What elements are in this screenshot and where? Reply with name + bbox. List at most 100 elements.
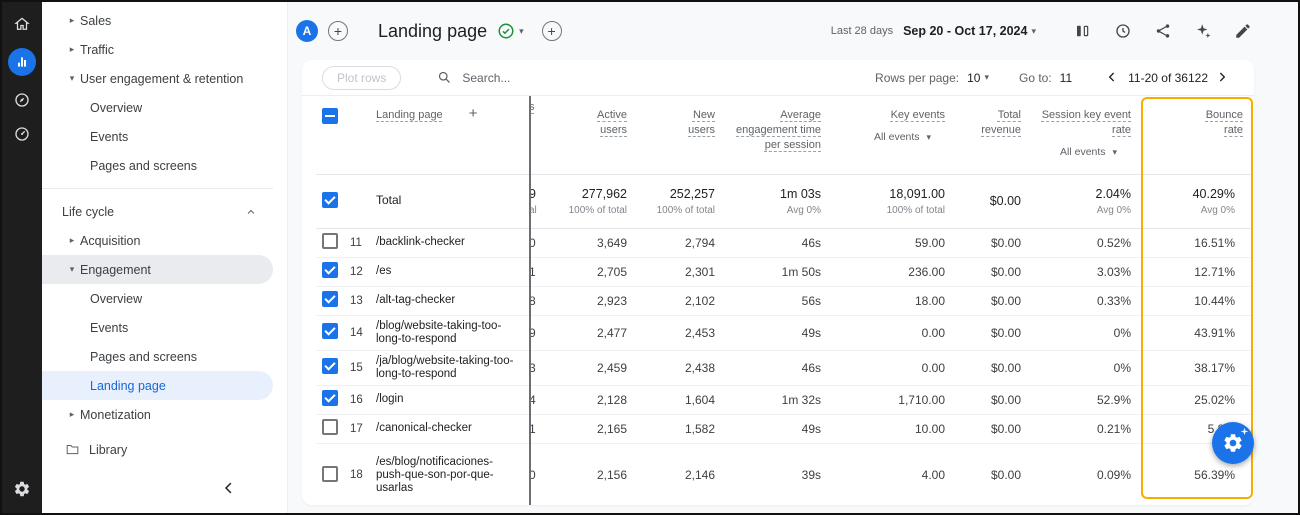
row-checkbox[interactable] [322,192,338,208]
sidebar-item-overview[interactable]: Overview [42,93,273,122]
date-range-picker[interactable]: Sep 20 - Oct 17, 2024 [903,24,1027,38]
row-checkbox[interactable] [322,466,338,482]
row-checkbox[interactable] [322,323,338,339]
column-avg-engagement[interactable]: Average engagement time per session [736,109,821,151]
row-index: 14 [350,315,376,350]
sidebar-item-label: Engagement [80,263,151,277]
next-page-button[interactable] [1214,69,1232,87]
table-row[interactable]: 13 /alt-tag-checker 8 2,923 2,102 56s 18… [316,286,1253,315]
chevron-down-icon[interactable]: ▾ [1031,26,1036,37]
sidebar-item-events[interactable]: Events [42,122,273,151]
column-new-users[interactable]: New users [667,108,715,138]
sidebar-item-engagement-events[interactable]: Events [42,313,273,342]
share-icon[interactable] [1154,22,1172,40]
reports-icon[interactable] [8,48,36,76]
sidebar-item-sales[interactable]: ▸ Sales [42,6,273,35]
session-rate-filter[interactable]: All events ▾ [1031,145,1131,160]
table-row[interactable]: 11 /backlink-checker 0 3,649 2,794 46s 5… [316,228,1253,257]
table-row[interactable]: 17 /canonical-checker 1 2,165 1,582 49s … [316,414,1253,443]
sidebar-collapse-button[interactable] [220,479,242,501]
chevron-down-icon[interactable]: ▾ [984,72,989,83]
add-column-button[interactable]: + [469,108,478,120]
sidebar-item-landing-page[interactable]: Landing page [42,371,273,400]
avg-engagement-total: 1m 03sAvg 0% [725,174,831,228]
landing-page-value: /blog/website-taking-too-long-to-respond [376,315,523,350]
add-report-tab-button[interactable]: + [542,21,562,41]
admin-gear-icon[interactable] [12,479,32,499]
home-icon[interactable] [12,14,32,34]
row-checkbox[interactable] [322,419,338,435]
key-events-value: 0.00 [831,350,955,385]
sidebar-item-label: Events [90,321,128,335]
column-session-key-event-rate[interactable]: Session key event rate [1042,109,1131,136]
sidebar-section-life-cycle[interactable]: Life cycle [42,197,273,226]
chevron-down-icon[interactable]: ▾ [519,26,524,37]
sessions-value-clipped: 9 [523,315,545,350]
bounce-rate-total: 40.29%Avg 0% [1141,174,1253,228]
sidebar-item-engagement-overview[interactable]: Overview [42,284,273,313]
table-total-row[interactable]: Total 9al 277,962100% of total 252,25710… [316,174,1253,228]
row-index: 17 [350,414,376,443]
column-key-events[interactable]: Key events [891,109,945,121]
column-total-revenue[interactable]: Total revenue [961,108,1021,138]
landing-page-value: /ja/blog/website-taking-too-long-to-resp… [376,350,523,385]
session-key-event-rate-value: 0.09% [1031,443,1141,505]
insights-icon[interactable] [1194,22,1212,40]
sidebar-item-engagement[interactable]: ▾ Engagement [42,255,273,284]
sidebar-item-label: User engagement & retention [80,72,243,86]
sidebar-item-library[interactable]: Library [42,435,273,464]
landing-page-value: /alt-tag-checker [376,286,523,315]
key-events-total: 18,091.00100% of total [831,174,955,228]
history-icon[interactable] [1114,22,1132,40]
total-revenue-total: $0.00 [955,174,1031,228]
table-row[interactable]: 14 /blog/website-taking-too-long-to-resp… [316,315,1253,350]
row-checkbox[interactable] [322,233,338,249]
bounce-rate-value: 10.44% [1141,286,1253,315]
table-row[interactable]: 16 /login 4 2,128 1,604 1m 32s 1,710.00 … [316,385,1253,414]
avatar[interactable]: A [296,20,318,42]
column-resize-divider[interactable] [529,96,531,505]
advertising-icon[interactable] [12,124,32,144]
chevron-up-icon[interactable] [245,206,257,218]
column-active-users[interactable]: Active users [579,108,627,138]
session-key-event-rate-value: 52.9% [1031,385,1141,414]
rows-per-page-select[interactable]: 10 [967,71,980,85]
goto-input[interactable]: 11 [1060,71,1072,85]
total-revenue-value: $0.00 [955,385,1031,414]
select-all-checkbox[interactable] [322,108,338,124]
total-revenue-value: $0.00 [955,257,1031,286]
key-events-filter[interactable]: All events ▾ [831,130,945,145]
sessions-value-clipped: 4 [523,385,545,414]
sidebar-item-traffic[interactable]: ▸ Traffic [42,35,273,64]
sidebar-item-acquisition[interactable]: ▸ Acquisition [42,226,273,255]
previous-page-button[interactable] [1104,69,1122,87]
row-checkbox[interactable] [322,291,338,307]
table-row[interactable]: 18 /es/blog/notificaciones-push-que-son-… [316,443,1253,505]
report-sidebar: ▸ Sales ▸ Traffic ▾ User engagement & re… [42,2,288,513]
add-comparison-button[interactable]: + [328,21,348,41]
sidebar-item-engagement-pages-and-screens[interactable]: Pages and screens [42,342,273,371]
new-users-value: 2,453 [637,315,725,350]
column-landing-page[interactable]: Landing page [376,108,443,123]
column-bounce-rate[interactable]: Bounce rate [1195,108,1243,138]
sidebar-item-monetization[interactable]: ▸ Monetization [42,400,273,429]
key-events-value: 1,710.00 [831,385,955,414]
saved-check-icon[interactable] [497,22,515,40]
table-row[interactable]: 12 /es 1 2,705 2,301 1m 50s 236.00 $0.00… [316,257,1253,286]
row-checkbox[interactable] [322,358,338,374]
insights-fab[interactable] [1212,422,1254,464]
total-revenue-value: $0.00 [955,286,1031,315]
search-input[interactable] [460,70,610,86]
sidebar-item-pages-and-screens[interactable]: Pages and screens [42,151,273,180]
table-row[interactable]: 15 /ja/blog/website-taking-too-long-to-r… [316,350,1253,385]
row-checkbox[interactable] [322,390,338,406]
edit-icon[interactable] [1234,22,1252,40]
comparison-icon[interactable] [1074,22,1092,40]
session-key-event-rate-value: 0% [1031,315,1141,350]
row-checkbox[interactable] [322,262,338,278]
sidebar-item-user-engagement-retention[interactable]: ▾ User engagement & retention [42,64,273,93]
sidebar-item-label: Events [90,130,128,144]
plot-rows-button[interactable]: Plot rows [322,66,401,90]
explore-icon[interactable] [12,90,32,110]
table-scroll-area: Landing page + s Active users New users … [302,96,1254,505]
